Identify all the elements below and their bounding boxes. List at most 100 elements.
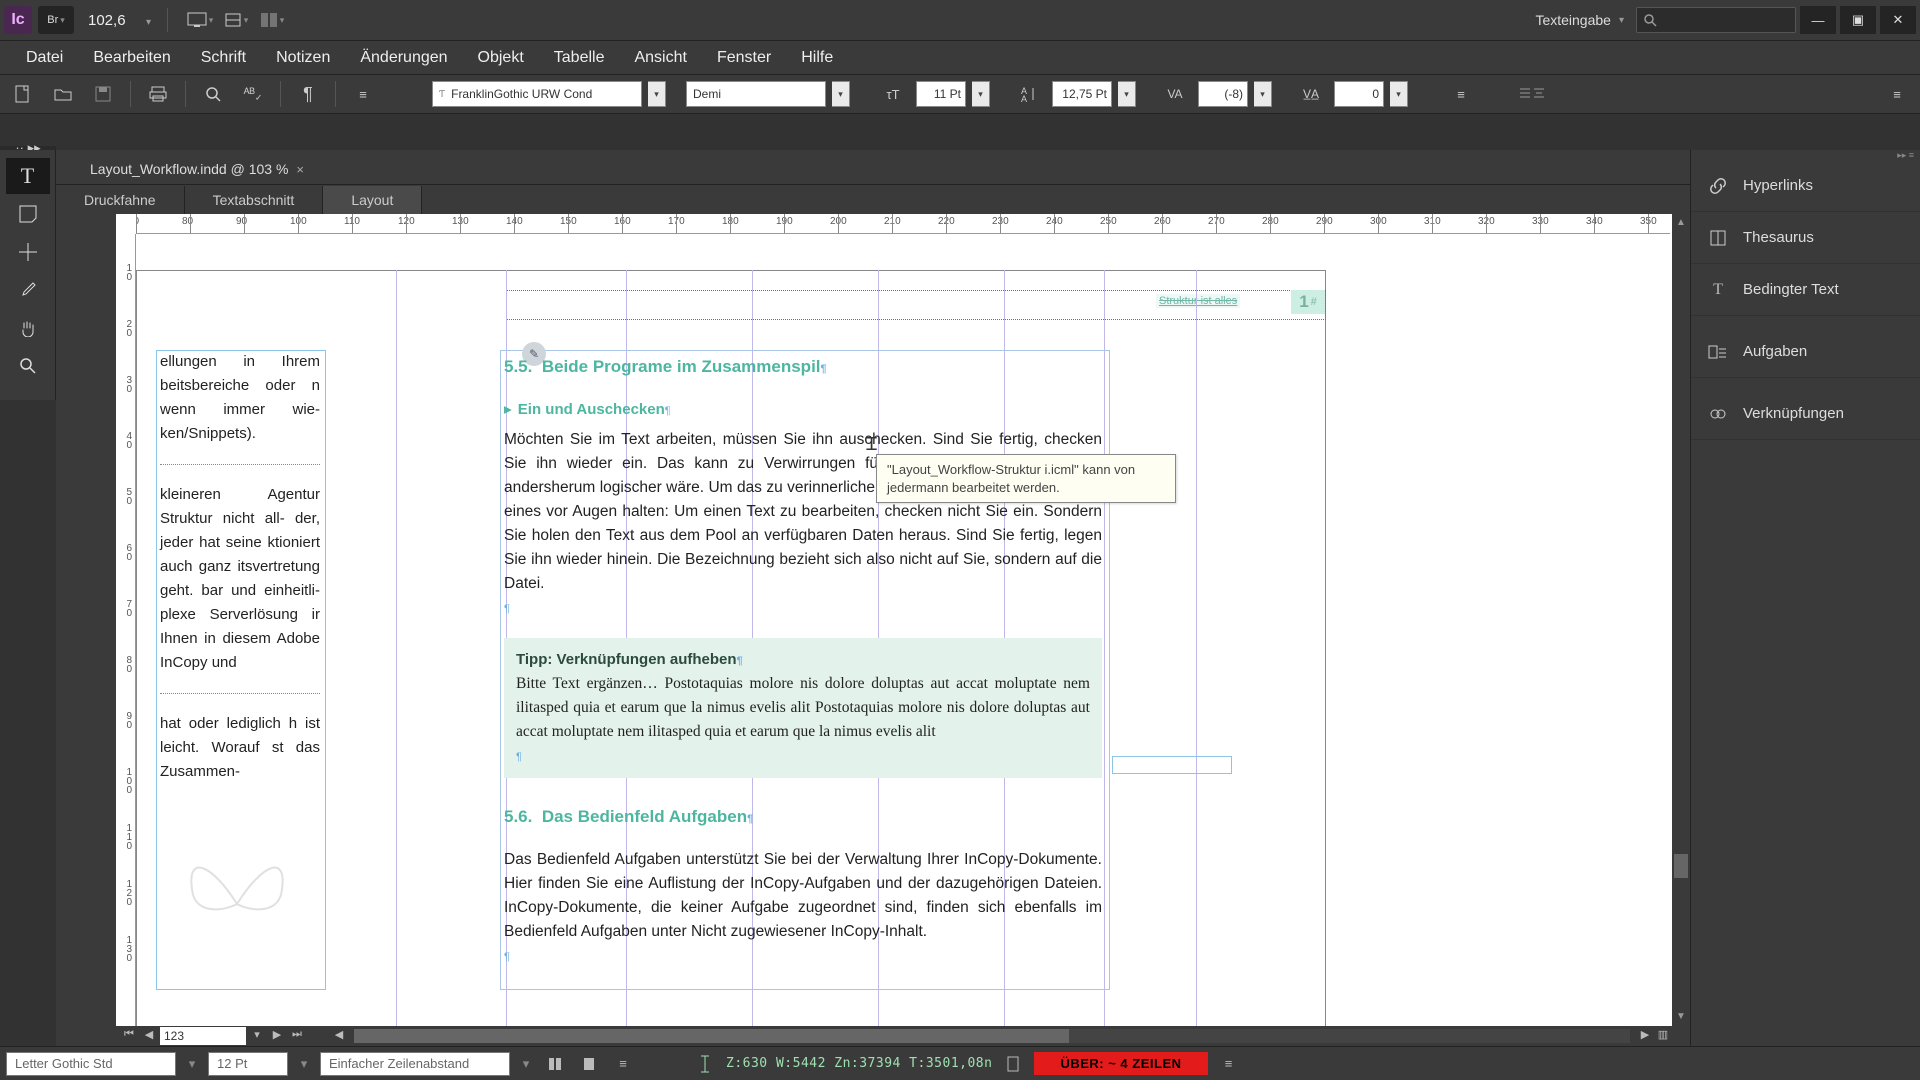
screen-mode-icon[interactable]: ▾ — [184, 6, 216, 34]
find-icon[interactable] — [196, 79, 230, 109]
panel-hyperlinks[interactable]: Hyperlinks — [1691, 160, 1920, 212]
document-tab[interactable]: Layout_Workflow.indd @ 103 %× — [76, 154, 318, 184]
font-family-field[interactable]: ƬFranklinGothic URW Cond — [432, 81, 642, 107]
vertical-ruler[interactable]: 102030405060708090100110120130 — [116, 234, 136, 1026]
menu-hilfe[interactable]: Hilfe — [787, 43, 847, 73]
eyedropper-tool[interactable] — [6, 272, 50, 308]
panel-thesaurus[interactable]: Thesaurus — [1691, 212, 1920, 264]
tab-druckfahne[interactable]: Druckfahne — [56, 186, 185, 214]
scroll-down-icon[interactable]: ▼ — [1672, 1008, 1690, 1026]
horizontal-scrollbar[interactable]: ⏮ ◀ 123 ▾ ▶ ⏭ ◀ ▶ ▥ — [116, 1026, 1672, 1046]
panel-conditional-text[interactable]: TBedingter Text — [1691, 264, 1920, 316]
page-dropdown-icon[interactable]: ▾ — [248, 1028, 266, 1044]
position-tool[interactable] — [6, 234, 50, 270]
hand-tool[interactable] — [6, 310, 50, 346]
chevron-down-icon[interactable]: ▾ — [184, 1056, 200, 1072]
leading-dropdown-icon[interactable]: ▾ — [1118, 81, 1136, 107]
flyout-icon[interactable]: ≡ — [610, 1052, 636, 1076]
menu-notizen[interactable]: Notizen — [262, 43, 344, 73]
chevron-down-icon[interactable]: ▾ — [518, 1056, 534, 1072]
font-size-dropdown-icon[interactable]: ▾ — [972, 81, 990, 107]
menu-bearbeiten[interactable]: Bearbeiten — [79, 43, 184, 73]
canvas[interactable]: 7080901001101201301401501601701801902002… — [116, 214, 1690, 1026]
panel-collapse-icon[interactable]: ▸▸ ≡ — [1691, 150, 1920, 160]
page-number: 1# — [1291, 290, 1325, 314]
menu-aenderungen[interactable]: Änderungen — [346, 43, 461, 73]
panel-menu-icon[interactable]: ≡ — [346, 79, 380, 109]
split-view-icon[interactable]: ▥ — [1654, 1028, 1672, 1044]
page-number-field[interactable]: 123 — [160, 1027, 246, 1045]
tracking-dropdown-icon[interactable]: ▾ — [1390, 81, 1408, 107]
zoom-tool[interactable] — [6, 348, 50, 384]
align-opts-icon[interactable] — [1520, 79, 1554, 109]
last-page-button[interactable]: ⏭ — [288, 1028, 306, 1044]
next-page-button[interactable]: ▶ — [268, 1028, 286, 1044]
scroll-left-icon[interactable]: ◀ — [330, 1028, 348, 1044]
bridge-button[interactable]: Br▾ — [38, 6, 74, 34]
font-family-dropdown-icon[interactable]: ▾ — [648, 81, 666, 107]
menu-objekt[interactable]: Objekt — [464, 43, 538, 73]
h-scroll-thumb[interactable] — [354, 1029, 1069, 1043]
status-flyout-icon[interactable]: ≡ — [1216, 1052, 1242, 1076]
overset-port[interactable] — [1112, 756, 1232, 774]
overset-indicator[interactable]: ÜBER: ~ 4 ZEILEN — [1034, 1052, 1207, 1075]
minimize-button[interactable]: — — [1800, 6, 1836, 34]
status-leading-mode[interactable]: Einfacher Zeilenabstand — [320, 1052, 510, 1076]
view-options-icon[interactable]: ▾ — [220, 6, 252, 34]
note-tool[interactable] — [6, 196, 50, 232]
prev-page-button[interactable]: ◀ — [140, 1028, 158, 1044]
print-icon[interactable] — [141, 79, 175, 109]
save-icon[interactable] — [86, 79, 120, 109]
menu-fenster[interactable]: Fenster — [703, 43, 785, 73]
depth-ruler-icon[interactable] — [692, 1052, 718, 1076]
search-icon — [1643, 13, 1657, 27]
chevron-down-icon[interactable]: ▾ — [296, 1056, 312, 1072]
control-flyout-icon[interactable]: ≡ — [1880, 79, 1914, 109]
first-page-button[interactable]: ⏮ — [120, 1028, 138, 1044]
menu-datei[interactable]: Datei — [12, 43, 77, 73]
panel-links[interactable]: Verknüpfungen — [1691, 388, 1920, 440]
status-font-field[interactable]: Letter Gothic Std — [6, 1052, 176, 1076]
maximize-button[interactable]: ▣ — [1840, 6, 1876, 34]
columns-icon[interactable] — [542, 1052, 568, 1076]
app-icon: Ic — [4, 6, 32, 34]
help-search[interactable] — [1636, 7, 1796, 33]
workspace-switcher[interactable]: Texteingabe▾ — [1535, 12, 1624, 28]
scroll-thumb[interactable] — [1674, 854, 1688, 878]
copyfit-menu-icon[interactable] — [1000, 1052, 1026, 1076]
zoom-dropdown-icon[interactable] — [146, 13, 151, 28]
panel-assignments[interactable]: Aufgaben — [1691, 326, 1920, 378]
hidden-chars-icon[interactable]: ¶ — [291, 79, 325, 109]
vertical-scrollbar[interactable]: ▲ ▼ — [1672, 214, 1690, 1026]
arrange-icon[interactable]: ▾ — [256, 6, 288, 34]
tracking-input[interactable] — [1334, 81, 1384, 107]
status-bar: Letter Gothic Std ▾ 12 Pt ▾ Einfacher Zeil… — [0, 1046, 1920, 1080]
scroll-up-icon[interactable]: ▲ — [1672, 214, 1690, 232]
type-tool[interactable]: T — [6, 158, 50, 194]
menu-schrift[interactable]: Schrift — [187, 43, 260, 73]
font-style-field[interactable]: Demi — [686, 81, 826, 107]
status-size-field[interactable]: 12 Pt — [208, 1052, 288, 1076]
align-left-icon[interactable]: ≡ — [1444, 79, 1478, 109]
single-column-icon[interactable] — [576, 1052, 602, 1076]
menu-tabelle[interactable]: Tabelle — [540, 43, 619, 73]
tab-textabschnitt[interactable]: Textabschnitt — [185, 186, 324, 214]
zoom-level-input[interactable] — [88, 12, 144, 29]
close-icon[interactable]: × — [296, 162, 304, 177]
open-icon[interactable] — [46, 79, 80, 109]
close-button[interactable]: ✕ — [1880, 6, 1916, 34]
scroll-right-icon[interactable]: ▶ — [1636, 1028, 1654, 1044]
kerning-input[interactable] — [1198, 81, 1248, 107]
leading-input[interactable] — [1052, 81, 1112, 107]
menu-ansicht[interactable]: Ansicht — [620, 43, 700, 73]
spellcheck-icon[interactable]: ᴬᴮ✓ — [236, 79, 270, 109]
new-doc-icon[interactable] — [6, 79, 40, 109]
tab-layout[interactable]: Layout — [323, 186, 422, 214]
font-size-input[interactable] — [916, 81, 966, 107]
kerning-dropdown-icon[interactable]: ▾ — [1254, 81, 1272, 107]
h-scroll-track[interactable] — [354, 1029, 1630, 1043]
horizontal-ruler[interactable]: 7080901001101201301401501601701801902002… — [136, 214, 1670, 234]
view-mode-tabs: Druckfahne Textabschnitt Layout — [56, 184, 1690, 214]
tip-box: Tipp: Verknüpfungen aufheben¶ Bitte Text… — [504, 638, 1102, 777]
font-style-dropdown-icon[interactable]: ▾ — [832, 81, 850, 107]
